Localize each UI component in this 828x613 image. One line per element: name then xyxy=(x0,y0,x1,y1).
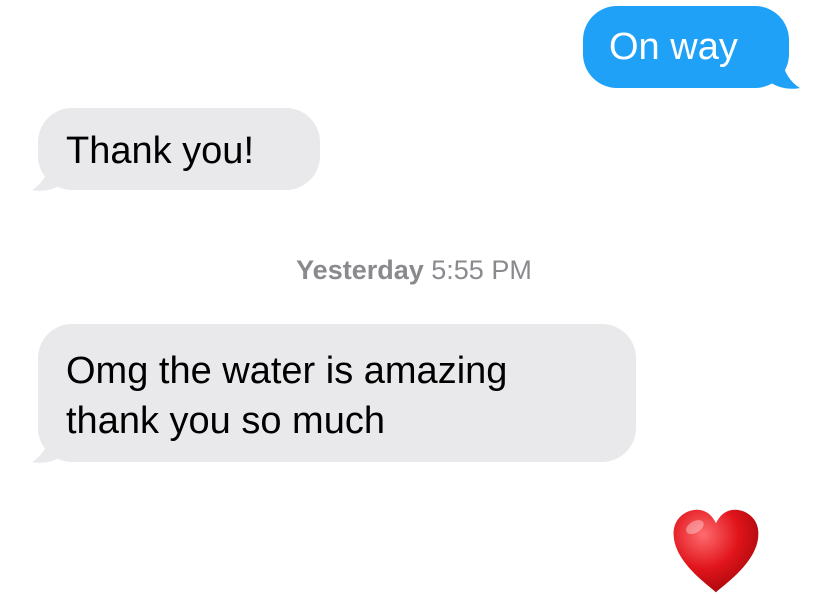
message-text-line: thank you so much xyxy=(66,400,385,442)
message-text: On way xyxy=(609,26,738,68)
timestamp-day: Yesterday xyxy=(296,255,424,285)
red-heart-icon xyxy=(673,509,759,593)
message-text: Thank you! xyxy=(66,130,254,172)
incoming-message-bubble[interactable]: Omg the water is amazing thank you so mu… xyxy=(38,324,636,462)
timestamp-time: 5:55 PM xyxy=(431,255,532,285)
incoming-message-bubble[interactable]: Thank you! xyxy=(38,108,320,190)
message-text-line: Omg the water is amazing xyxy=(66,350,508,392)
outgoing-message-bubble[interactable]: On way xyxy=(583,6,789,88)
message-timestamp: Yesterday 5:55 PM xyxy=(0,252,828,288)
